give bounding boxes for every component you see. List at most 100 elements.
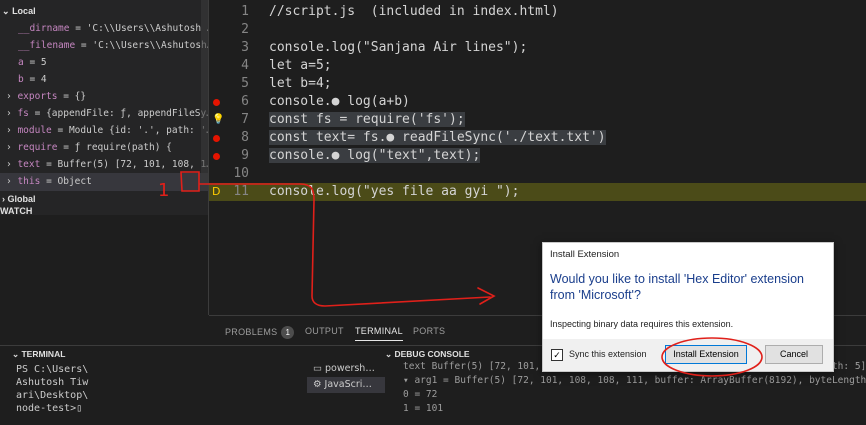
variable-equals: =: [23, 57, 41, 68]
code-text: console.log("Sanjana Air lines");: [269, 40, 528, 55]
variable-value: 'C:\\Users\\Ashutosh …: [86, 23, 208, 34]
variable-row[interactable]: › text = Buffer(5) [72, 101, 108, 1…: [0, 156, 208, 174]
code-line[interactable]: 2: [209, 21, 866, 39]
variable-equals: =: [57, 91, 75, 102]
terminal-line: ari\Desktop\: [16, 390, 89, 401]
variable-row[interactable]: › fs = {appendFile: ƒ, appendFileSy…: [0, 105, 208, 123]
terminal-line: PS C:\Users\: [16, 364, 89, 375]
variable-name: module: [17, 125, 52, 136]
variable-equals: =: [69, 23, 87, 34]
code-line[interactable]: 9 console.● log("text",text);: [209, 147, 866, 165]
code-text: console.● log("text",text);: [269, 148, 481, 163]
tab-output[interactable]: OUTPUT: [305, 326, 344, 336]
problems-count-badge: 1: [281, 326, 295, 339]
variable-row[interactable]: › require = ƒ require(path) {: [0, 139, 208, 157]
variable-row[interactable]: __filename = 'C:\\Users\\Ashutosh…: [0, 37, 208, 55]
local-scope-header[interactable]: ⌄ Local: [0, 2, 208, 20]
dialog-title: Install Extension: [550, 249, 620, 260]
variable-value: 4: [40, 74, 47, 85]
chevron-right-icon: ›: [6, 108, 18, 119]
variable-value: 'C:\\Users\\Ashutosh…: [92, 40, 208, 51]
variable-value: 5: [40, 57, 47, 68]
code-text: console.log("yes file aa gyi ");: [269, 184, 520, 199]
install-extension-dialog: Install Extension Would you like to inst…: [542, 242, 834, 372]
chevron-right-icon: ›: [6, 142, 18, 153]
sync-checkbox[interactable]: ✓: [551, 349, 563, 361]
chevron-right-icon: ›: [6, 91, 18, 102]
debug-line[interactable]: ▾ arg1 = Buffer(5) [72, 101, 108, 108, 1…: [403, 374, 866, 388]
debug-line: 0 = 72: [403, 389, 438, 400]
line-number: 11: [233, 184, 249, 199]
variable-row[interactable]: a = 5: [0, 54, 208, 72]
code-line[interactable]: 4 let a=5;: [209, 57, 866, 75]
tab-problems[interactable]: PROBLEMS 1: [225, 326, 295, 339]
chevron-down-icon: ⌄: [2, 6, 10, 16]
variable-value: Module {id: '.', path: '…: [68, 125, 208, 136]
code-text: const fs = require('fs');: [269, 112, 465, 127]
watch-header[interactable]: WATCH: [0, 202, 208, 220]
code-line[interactable]: 3 console.log("Sanjana Air lines");: [209, 39, 866, 57]
terminal-item-javascript[interactable]: ⚙ JavaScri…: [307, 377, 385, 393]
variable-name: this: [17, 176, 41, 187]
variable-name: __dirname: [18, 23, 70, 34]
line-number: 3: [241, 40, 249, 55]
variable-equals: =: [40, 159, 58, 170]
dialog-detail: Inspecting binary data requires this ext…: [550, 319, 734, 329]
code-text: const text= fs.● readFileSync('./text.tx…: [269, 130, 606, 145]
code-line[interactable]: 💡 7 const fs = require('fs');: [209, 111, 866, 129]
variable-row[interactable]: › module = Module {id: '.', path: '…: [0, 122, 208, 140]
line-number: 7: [241, 112, 249, 127]
code-text: let a=5;: [269, 58, 332, 73]
dialog-message: Would you like to install 'Hex Editor' e…: [550, 272, 804, 302]
gear-icon: ⚙: [313, 379, 325, 390]
terminal-header[interactable]: ⌄ TERMINAL: [12, 349, 65, 360]
code-line[interactable]: D 11 console.log("yes file aa gyi ");: [209, 183, 866, 201]
variable-equals: =: [23, 74, 41, 85]
line-number: 1: [241, 4, 249, 19]
tab-terminal[interactable]: TERMINAL: [355, 326, 403, 341]
variable-name: exports: [17, 91, 58, 102]
line-number: 5: [241, 76, 249, 91]
terminal-item-powershell[interactable]: ▭ powersh…: [307, 361, 385, 377]
variable-equals: =: [57, 142, 75, 153]
code-text: let b=4;: [269, 76, 332, 91]
variable-name: __filename: [18, 40, 76, 51]
install-extension-button[interactable]: Install Extension: [665, 345, 747, 364]
line-number: 10: [233, 166, 249, 181]
code-line[interactable]: 6 console.● log(a+b): [209, 93, 866, 111]
terminal-section: ⌄ TERMINAL PS C:\Users\ Ashutosh Tiw ari…: [0, 345, 209, 425]
debug-console-header[interactable]: ⌄ DEBUG CONSOLE: [385, 349, 470, 360]
variable-name: text: [17, 159, 41, 170]
variable-value: Buffer(5) [72, 101, 108, 1…: [57, 159, 208, 170]
chevron-right-icon: ›: [6, 176, 18, 187]
code-line[interactable]: 8 const text= fs.● readFileSync('./text.t…: [209, 129, 866, 147]
tab-ports[interactable]: PORTS: [413, 326, 445, 336]
cancel-button[interactable]: Cancel: [765, 345, 823, 364]
sync-checkbox-label[interactable]: Sync this extension: [569, 349, 647, 359]
code-line[interactable]: 1 //script.js (included in index.html): [209, 3, 866, 21]
line-number: 2: [241, 22, 249, 37]
terminal-line: node-test>▯: [16, 403, 83, 414]
dialog-footer: ✓ Sync this extension Install Extension …: [543, 339, 833, 371]
variable-row[interactable]: › exports = {}: [0, 88, 208, 106]
code-line[interactable]: 10: [209, 165, 866, 183]
terminal-list: ▭ powersh… ⚙ JavaScri…: [307, 361, 385, 393]
code-text: console.● log(a+b): [269, 94, 410, 109]
variable-equals: =: [51, 125, 69, 136]
line-number: 9: [241, 148, 249, 163]
code-line[interactable]: 5 let b=4;: [209, 75, 866, 93]
line-number: 8: [241, 130, 249, 145]
code-text: //script.js (included in index.html): [269, 4, 559, 19]
variable-row[interactable]: __dirname = 'C:\\Users\\Ashutosh …: [0, 20, 208, 38]
line-number: 6: [241, 94, 249, 109]
variable-name: fs: [17, 108, 29, 119]
variable-equals: =: [40, 176, 58, 187]
variable-row[interactable]: › this = Object: [0, 173, 208, 191]
variable-value: {appendFile: ƒ, appendFileSy…: [46, 108, 208, 119]
variables-scrollbar[interactable]: [201, 0, 208, 190]
terminal-output[interactable]: PS C:\Users\ Ashutosh Tiw ari\Desktop\ n…: [16, 363, 88, 415]
variable-value: ƒ require(path) {: [74, 142, 172, 153]
variable-row[interactable]: b = 4: [0, 71, 208, 89]
